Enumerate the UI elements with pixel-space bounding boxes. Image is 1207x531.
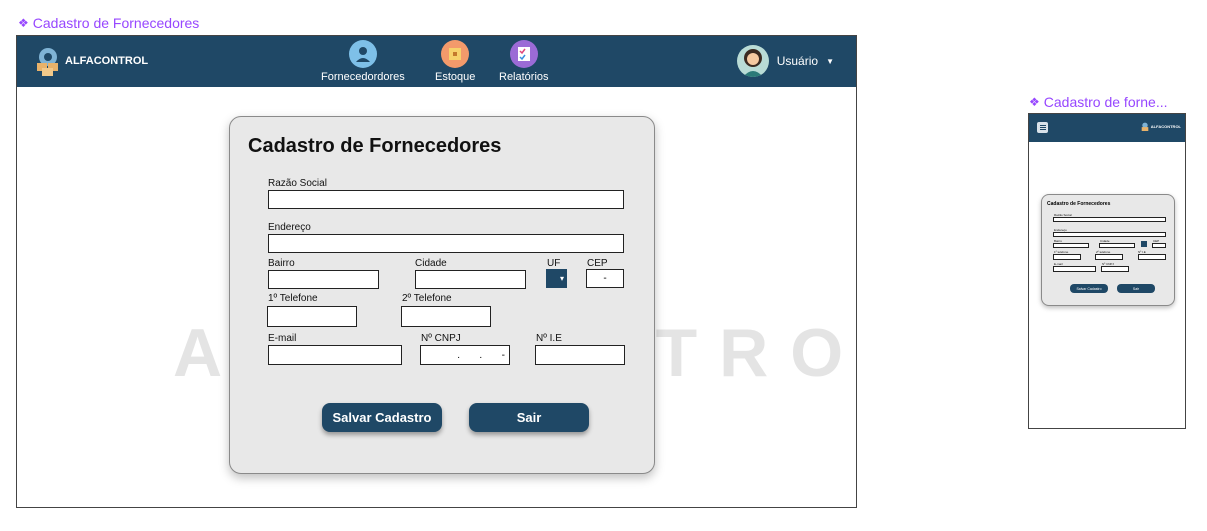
cnpj-input[interactable] [1101,266,1129,272]
label-bairro: Bairro [268,258,295,269]
mobile-top-navbar: ALFACONTROL [1029,114,1185,142]
component-diamond-icon: ❖ [18,16,29,30]
caret-down-icon: ▾ [559,274,564,283]
supplier-icon [348,40,377,68]
email-input[interactable] [268,345,402,365]
email-input[interactable] [1053,266,1096,272]
user-menu[interactable]: Usuário ▼ [736,45,834,77]
supplier-form-card: Cadastro de Fornecedores Razão Social En… [229,116,655,474]
gear-boxes-logo-icon [1141,122,1149,131]
nav-label: Fornecedordores [321,71,405,83]
nav-item-relatorios[interactable]: Relatórios [499,40,549,83]
hamburger-menu-icon[interactable] [1037,122,1048,133]
brand-logo[interactable]: ALFACONTROL [35,46,148,76]
save-button[interactable]: Salvar Cadastro [1070,284,1108,293]
frame-title: Cadastro de forne... [1043,94,1168,110]
avatar [736,45,769,77]
ie-input[interactable] [535,345,625,365]
box-icon [441,40,470,68]
label-email: E-mail [268,333,297,344]
gear-boxes-logo-icon [35,46,61,76]
form-title: Cadastro de Fornecedores [248,135,502,157]
telefone-1-input[interactable] [1053,254,1081,260]
top-navbar: ALFACONTROL Fornecedordores Estoque Rela… [17,36,856,87]
razao-social-input[interactable] [268,190,624,209]
mobile-form-card: Cadastro de Fornecedores Razão Social En… [1041,194,1175,306]
bairro-input[interactable] [1053,243,1089,248]
brand-name: ALFACONTROL [65,55,149,67]
cep-input[interactable] [586,269,624,288]
label-uf: UF [547,258,561,269]
cep-input[interactable] [1152,243,1166,248]
nav-label: Relatórios [499,71,549,83]
nav-item-fornecedores[interactable]: Fornecedordores [321,40,405,83]
label-telefone-2: 2º Telefone [402,293,452,304]
telefone-1-input[interactable] [267,306,357,327]
cidade-input[interactable] [1099,243,1135,248]
uf-select[interactable] [1141,241,1147,247]
telefone-2-input[interactable] [401,306,491,327]
label-telefone-1: 1º Telefone [268,293,318,304]
user-label: Usuário [776,54,819,68]
exit-button[interactable]: Sair [1117,284,1155,293]
label-endereco: Endereço [268,222,311,233]
endereco-input[interactable] [268,234,624,253]
nav-label: Estoque [435,71,476,83]
ie-input[interactable] [1138,254,1166,260]
label-cidade: Cidade [415,258,447,269]
exit-button[interactable]: Sair [469,403,589,432]
uf-select[interactable]: ▾ [546,269,567,288]
frame-label-desktop: ❖ Cadastro de Fornecedores [18,15,199,31]
caret-down-icon: ▼ [826,56,834,66]
frame-label-mobile: ❖ Cadastro de forne... [1029,94,1168,110]
label-ie: Nº I.E [536,333,562,344]
bairro-input[interactable] [268,270,379,289]
cnpj-input[interactable] [420,345,510,365]
nav-item-estoque[interactable]: Estoque [435,40,475,83]
save-button[interactable]: Salvar Cadastro [322,403,442,432]
cidade-input[interactable] [415,270,526,289]
label-razao-social: Razão Social [268,178,327,189]
mobile-frame: ALFACONTROL Cadastro de Fornecedores Raz… [1028,113,1186,429]
mobile-brand-logo[interactable]: ALFACONTROL [1141,122,1181,131]
brand-name: ALFACONTROL [1150,124,1181,129]
razao-social-input[interactable] [1053,217,1166,222]
label-cep: CEP [587,258,608,269]
checklist-icon [509,40,538,68]
form-title: Cadastro de Fornecedores [1047,201,1111,207]
desktop-frame: ALFACONTROL Fornecedordores Estoque Rela… [16,35,857,508]
telefone-2-input[interactable] [1095,254,1123,260]
component-diamond-icon: ❖ [1029,95,1040,109]
frame-title: Cadastro de Fornecedores [32,15,200,31]
endereco-input[interactable] [1053,232,1166,237]
label-cnpj: Nº CNPJ [421,333,461,344]
